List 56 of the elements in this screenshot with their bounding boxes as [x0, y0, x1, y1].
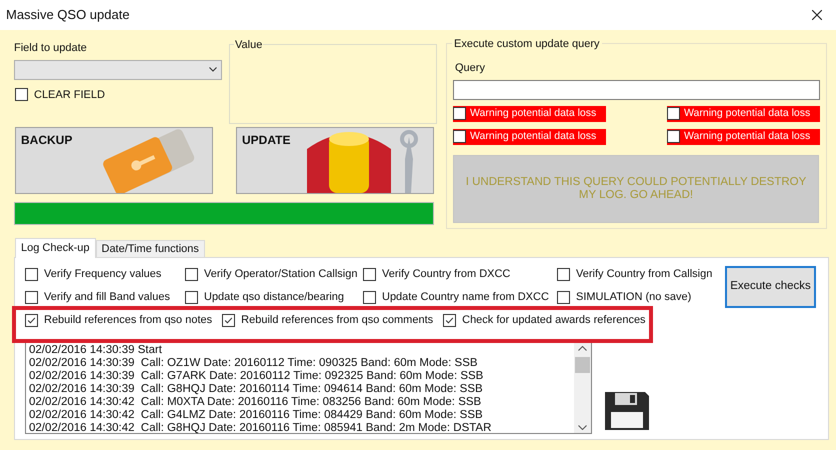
checkbox-label: Verify Country from Callsign	[576, 266, 712, 282]
checkbox[interactable]	[185, 290, 198, 304]
warning-checkbox[interactable]: Warning potential data loss	[667, 106, 820, 122]
checkbox[interactable]	[363, 268, 376, 280]
checkbox[interactable]	[25, 290, 38, 304]
log-line: 02/02/2016 14:30:42 Call: G4LMZ Date: 20160116 Time: 084429 Band: 60m Mode: SSB	[29, 409, 484, 422]
warning-checkbox[interactable]: Warning potential data loss	[453, 106, 606, 122]
execute-checks-button[interactable]: Execute checks	[725, 266, 816, 308]
chevron-up-icon[interactable]	[578, 346, 587, 351]
checkbox[interactable]	[667, 107, 680, 120]
chevron-down-icon[interactable]	[578, 425, 587, 430]
checkbox[interactable]	[453, 107, 466, 120]
tab[interactable]: Date/Time functions	[96, 240, 205, 258]
window-title: Massive QSO update	[6, 6, 130, 24]
checkbox-label: Verify and fill Band values	[44, 290, 170, 305]
scroll-thumb[interactable]	[575, 357, 590, 373]
log-line: 02/02/2016 14:30:39 Call: G8HQJ Date: 20160114 Time: 094614 Band: 60m Mode: SSB	[29, 383, 484, 396]
log-line: 02/02/2016 14:30:39 Call: G7ARK Date: 20160112 Time: 092325 Band: 60m Mode: SSB	[29, 370, 484, 383]
checkbox-label: Rebuild references from qso notes	[44, 312, 212, 328]
checkbox-label: Verify Operator/Station Callsign	[204, 266, 358, 282]
query-label: Query	[454, 61, 486, 76]
checkbox[interactable]	[363, 290, 376, 304]
update-button[interactable]: UPDATE	[236, 127, 434, 194]
checkbox[interactable]	[453, 130, 466, 143]
floppy-disk-icon[interactable]	[603, 390, 651, 432]
checkbox-label: Verify Frequency values	[44, 266, 162, 282]
checkbox[interactable]	[557, 268, 570, 280]
checkbox[interactable]	[15, 88, 28, 102]
tab[interactable]: Log Check-up	[15, 238, 96, 258]
close-icon[interactable]	[812, 10, 822, 20]
checkbox-label: CLEAR FIELD	[34, 88, 105, 102]
log-line: 02/02/2016 14:30:39 Start	[29, 344, 163, 357]
query-field[interactable]	[453, 80, 820, 100]
backup-button[interactable]: BACKUP	[15, 127, 213, 194]
checkbox-label: Update Country name from DXCC	[382, 290, 549, 305]
checkbox[interactable]	[667, 130, 680, 143]
log-line: 02/02/2016 14:30:42 Call: M0XTA Date: 20160116 Time: 083256 Band: 60m Mode: SSB	[29, 396, 482, 409]
checkbox-label: Update qso distance/bearing	[204, 290, 344, 305]
field-label: Field to update	[14, 41, 88, 56]
scrollbar[interactable]	[574, 343, 591, 433]
checkbox[interactable]	[557, 290, 570, 304]
checkbox[interactable]	[443, 314, 456, 326]
checkbox[interactable]	[25, 268, 38, 280]
checkbox-label: SIMULATION (no save)	[576, 290, 692, 305]
log-line: 02/02/2016 14:30:42 Call: G8HQJ Date: 20160116 Time: 085941 Band: 2m Mode: DSTAR	[29, 422, 492, 435]
checkbox-label: Verify Country from DXCC	[382, 266, 510, 282]
checkbox-label: Rebuild references from qso comments	[241, 312, 434, 328]
checkbox[interactable]	[185, 268, 198, 280]
log-line: 02/02/2016 14:30:39 Call: OZ1W Date: 20160112 Time: 090325 Band: 60m Mode: SSB	[29, 357, 479, 370]
warning-checkbox[interactable]: Warning potential data loss	[667, 128, 820, 144]
warning-checkbox[interactable]: Warning potential data loss	[453, 128, 606, 144]
group-title: Execute custom update query	[452, 36, 602, 52]
checkbox[interactable]	[25, 314, 38, 326]
checkbox[interactable]	[222, 314, 236, 326]
chevron-down-icon	[209, 67, 217, 72]
checkbox-label: Check for updated awards references	[462, 312, 646, 328]
